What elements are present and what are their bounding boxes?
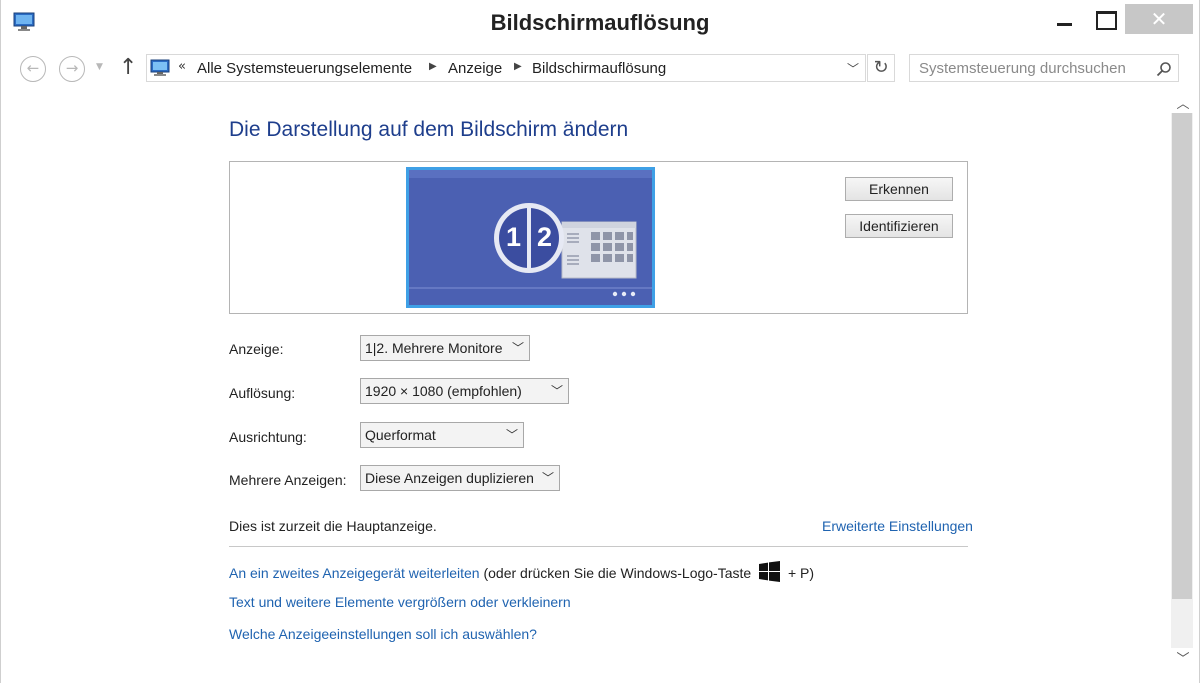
orientation-select-value: Querformat — [365, 427, 436, 443]
project-second-screen-link[interactable]: An ein zweites Anzeigegerät weiterleiten — [229, 565, 480, 581]
orientation-label: Ausrichtung: — [229, 429, 307, 445]
minimize-button[interactable] — [1041, 4, 1087, 34]
project-hint-shortcut: + P) — [787, 565, 815, 581]
divider — [229, 546, 968, 547]
search-placeholder: Systemsteuerung durchsuchen — [919, 60, 1126, 77]
up-button[interactable]: ↑ — [119, 55, 137, 80]
scrollbar-thumb[interactable] — [1172, 113, 1192, 599]
primary-display-hint: Dies ist zurzeit die Hauptanzeige. — [229, 518, 437, 534]
display-select-value: 1|2. Mehrere Monitore — [365, 340, 503, 356]
orientation-select[interactable]: Querformat ﹀ — [360, 422, 524, 448]
advanced-settings-link[interactable]: Erweiterte Einstellungen — [822, 518, 973, 534]
breadcrumb-display[interactable]: Anzeige — [448, 60, 502, 77]
breadcrumb-all-items[interactable]: Alle Systemsteuerungselemente — [197, 60, 412, 77]
windows-logo-icon — [759, 561, 781, 582]
close-button[interactable]: ✕ — [1125, 4, 1193, 34]
up-arrow-icon: ↑ — [119, 55, 138, 80]
back-arrow-icon: ← — [26, 59, 40, 77]
navigation-bar: ← → ▼ ↑ « Alle Systemsteuerungselemente … — [1, 48, 1199, 90]
page-title: Die Darstellung auf dem Bildschirm änder… — [229, 118, 629, 141]
display-preview-panel: 1 2 Erkennen Identifizieren — [229, 161, 968, 314]
back-button[interactable]: ← — [20, 56, 46, 82]
maximize-button[interactable] — [1083, 4, 1129, 34]
chevron-down-icon: ﹀ — [550, 384, 563, 398]
refresh-button[interactable]: ↻ — [867, 54, 895, 82]
display-select[interactable]: 1|2. Mehrere Monitore ﹀ — [360, 335, 530, 361]
resolution-select-value: 1920 × 1080 (empfohlen) — [365, 383, 522, 399]
scroll-up-arrow-icon[interactable]: ︿ — [1173, 93, 1193, 112]
chevron-down-icon: ﹀ — [505, 428, 518, 442]
scroll-down-arrow-icon[interactable]: ﹀ — [1173, 648, 1193, 667]
monitor-illustration-icon — [409, 170, 652, 305]
resolution-select[interactable]: 1920 × 1080 (empfohlen) ﹀ — [360, 378, 569, 404]
detect-button[interactable]: Erkennen — [845, 177, 953, 201]
which-settings-link[interactable]: Welche Anzeigeeinstellungen soll ich aus… — [229, 626, 537, 642]
identify-button[interactable]: Identifizieren — [845, 214, 953, 238]
monitor-badge-right: 2 — [537, 222, 553, 252]
multiple-displays-select[interactable]: Diese Anzeigen duplizieren ﹀ — [360, 465, 560, 491]
breadcrumb-separator-icon[interactable]: ▶ — [514, 61, 522, 72]
address-bar[interactable]: « Alle Systemsteuerungselemente ▶ Anzeig… — [146, 54, 866, 82]
monitor-preview[interactable]: 1 2 — [406, 167, 655, 308]
forward-arrow-icon: → — [65, 59, 79, 77]
window-title: Bildschirmauflösung — [490, 10, 710, 35]
chevron-down-icon: ﹀ — [541, 471, 554, 485]
chevron-down-icon: ﹀ — [511, 341, 524, 355]
magnifier-icon[interactable] — [1156, 61, 1172, 77]
resolution-label: Auflösung: — [229, 385, 296, 401]
breadcrumb-separator-icon[interactable]: ▶ — [429, 61, 437, 72]
control-panel-icon — [150, 59, 170, 76]
multiple-displays-select-value: Diese Anzeigen duplizieren — [365, 470, 534, 486]
text-size-link[interactable]: Text und weitere Elemente vergrößern ode… — [229, 594, 571, 610]
control-panel-window: Bildschirmauflösung ✕ ← → ▼ ↑ « Alle Sys… — [0, 0, 1200, 683]
breadcrumb-overflow-icon[interactable]: « — [178, 59, 186, 74]
main-content: Die Darstellung auf dem Bildschirm änder… — [1, 90, 1169, 670]
forward-button[interactable]: → — [59, 56, 85, 82]
search-input[interactable]: Systemsteuerung durchsuchen — [909, 54, 1179, 82]
title-bar: Bildschirmauflösung ✕ — [1, 0, 1199, 48]
monitor-badge-left: 1 — [506, 222, 522, 252]
project-row: An ein zweites Anzeigegerät weiterleiten… — [229, 561, 814, 582]
close-icon: ✕ — [1150, 7, 1168, 31]
breadcrumb-screen-resolution[interactable]: Bildschirmauflösung — [532, 60, 666, 77]
project-hint-text: (oder drücken Sie die Windows-Logo-Taste — [483, 565, 752, 581]
recent-locations-dropdown-icon[interactable]: ▼ — [96, 62, 103, 72]
display-label: Anzeige: — [229, 341, 284, 357]
multiple-displays-label: Mehrere Anzeigen: — [229, 472, 347, 488]
refresh-icon: ↻ — [873, 57, 889, 78]
address-history-chevron-icon[interactable]: ﹀ — [847, 60, 859, 77]
